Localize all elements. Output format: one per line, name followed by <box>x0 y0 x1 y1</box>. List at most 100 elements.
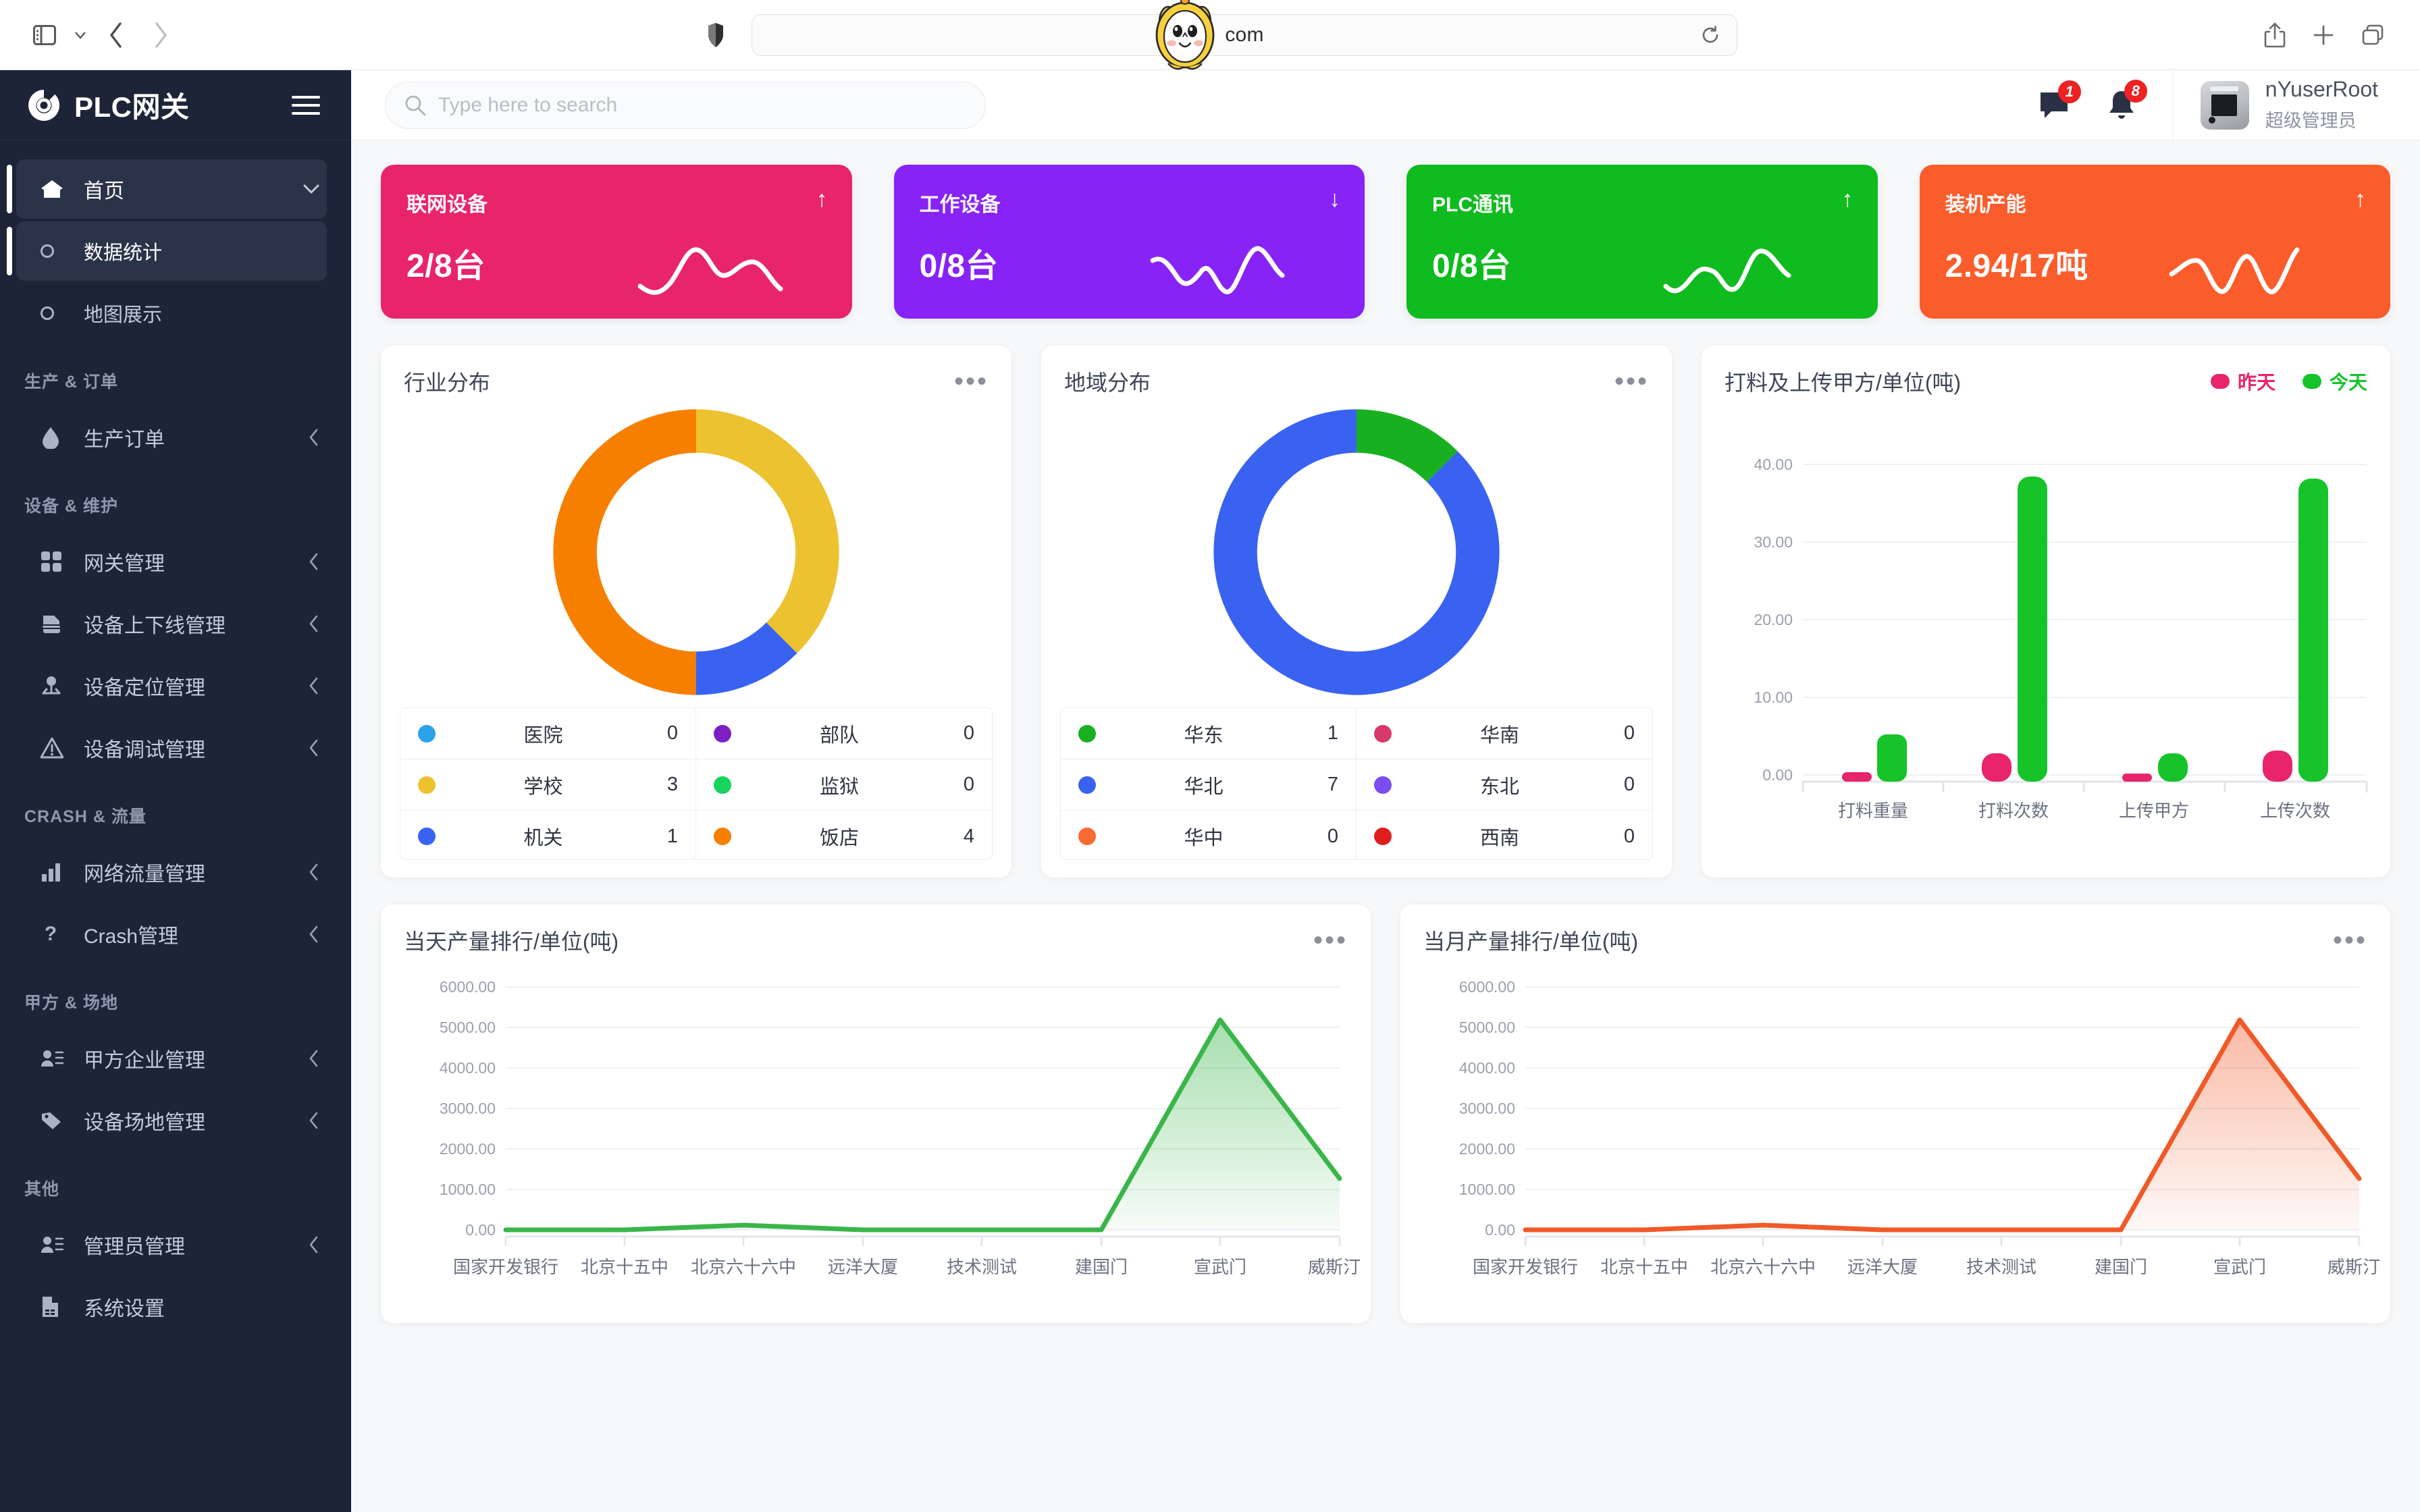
hamburger-menu-icon[interactable] <box>290 93 321 117</box>
location-pin-icon <box>41 675 72 697</box>
back-arrow-icon[interactable] <box>97 16 135 54</box>
legend-value: 1 <box>1327 722 1338 744</box>
share-icon[interactable] <box>2263 22 2286 49</box>
plus-icon[interactable] <box>2312 24 2335 47</box>
legend-row[interactable]: 西南 0 <box>1357 811 1652 859</box>
stat-card-connected-devices[interactable]: 联网设备 ↑ 2/8台 <box>381 165 852 319</box>
sidebar-item-label: 地图展示 <box>84 304 163 326</box>
sidebar-item-gateway-management[interactable]: 网关管理 <box>16 532 327 591</box>
sparkline <box>1663 248 1791 294</box>
legend-label: 华北 <box>1184 776 1224 798</box>
more-options-icon[interactable]: ••• <box>2333 927 2367 954</box>
legend-row[interactable]: 机关 1 <box>400 811 696 859</box>
sidebar-item-production-order[interactable]: 生产订单 <box>16 408 327 467</box>
sidebar-item-device-online-offline[interactable]: 设备上下线管理 <box>16 594 327 653</box>
stat-card-value: 2/8台 <box>406 248 485 284</box>
y-tick-label: 20.00 <box>1754 611 1793 628</box>
legend-label: 监狱 <box>819 776 859 798</box>
forward-arrow-icon[interactable] <box>142 16 180 54</box>
address-bar-area: com <box>180 14 2263 56</box>
stat-card-installed-capacity[interactable]: 装机产能 ↑ 2.94/17吨 <box>1919 165 2390 319</box>
bar-yesterday-3 <box>2122 774 2152 782</box>
more-options-icon[interactable]: ••• <box>1614 368 1649 395</box>
search-input-wrapper[interactable] <box>385 81 986 129</box>
legend-row[interactable]: 监狱 0 <box>696 759 992 811</box>
stat-card-plc-communication[interactable]: PLC通讯 ↑ 0/8台 <box>1406 165 1878 319</box>
sidebar-item-system-settings[interactable]: 系统设置 <box>16 1277 327 1336</box>
sidebar-item-label: 设备定位管理 <box>84 677 205 699</box>
bar-today-2 <box>2018 477 2047 782</box>
search-input[interactable] <box>438 93 966 117</box>
dashboard-content: 联网设备 ↑ 2/8台 工作设备 ↓ 0/8台 PLC通讯 ↑ 0/8台 装机产… <box>351 140 2420 1512</box>
sidebar-item-crash-management[interactable]: ? Crash管理 <box>16 905 327 964</box>
y-tick-label: 30.00 <box>1754 533 1793 551</box>
stat-card-title: 工作设备 <box>919 194 1001 216</box>
sidebar-group-label: CRASH & 流量 <box>24 807 147 826</box>
sidebar-group-label: 其他 <box>24 1180 60 1199</box>
chevron-left-icon <box>308 925 327 944</box>
legend-row[interactable]: 华东 1 <box>1061 708 1357 759</box>
sidebar-item-admin-management[interactable]: 管理员管理 <box>16 1215 327 1274</box>
sidebar-item-device-debug[interactable]: 设备调试管理 <box>16 718 327 778</box>
sidebar-item-map-display[interactable]: 地图展示 <box>16 284 327 343</box>
y-tick-label: 1000.00 <box>440 1181 496 1198</box>
url-input[interactable]: com <box>752 14 1737 56</box>
stat-card-working-devices[interactable]: 工作设备 ↓ 0/8台 <box>893 165 1365 319</box>
feed-upload-bar-card: 打料及上传甲方/单位(吨) 昨天 今天 40.00 30.00 20.00 10… <box>1702 346 2390 878</box>
message-icon[interactable]: 1 <box>2038 80 2081 121</box>
plc-logo-icon <box>24 86 63 125</box>
x-tick-label: 北京十五中 <box>581 1257 668 1277</box>
x-tick-label: 打料重量 <box>1838 801 1908 821</box>
legend-item-today[interactable]: 今天 <box>2302 368 2367 395</box>
user-profile-button[interactable]: nYuserRoot 超级管理员 <box>2172 70 2420 140</box>
legend-value: 0 <box>1623 774 1635 795</box>
industry-distribution-card: 行业分布 ••• 医院 0 部队 0 学校 3 监狱 0 机关 1 饭店 4 <box>381 346 1011 878</box>
legend-row[interactable]: 医院 0 <box>400 708 696 759</box>
more-options-icon[interactable]: ••• <box>1313 927 1348 954</box>
monthly-output-area-svg: 6000.00 5000.00 4000.00 3000.00 2000.00 … <box>1459 978 2380 1277</box>
card-header: 当月产量排行/单位(吨) ••• <box>1400 905 2390 956</box>
sidebar-item-network-traffic[interactable]: 网络流量管理 <box>16 842 327 902</box>
sidebar-item-device-site[interactable]: 设备场地管理 <box>16 1091 327 1150</box>
tag-icon <box>41 1110 72 1131</box>
bell-icon[interactable]: 8 <box>2107 79 2147 122</box>
stat-card-value: 0/8台 <box>1432 248 1511 284</box>
sidebar-item-label: 设备上下线管理 <box>84 615 226 637</box>
user-name: nYuserRoot <box>2265 77 2378 102</box>
x-tick-label: 远洋大厦 <box>1847 1257 1918 1277</box>
chevron-down-icon[interactable] <box>70 16 90 54</box>
x-tick-label: 建国门 <box>2095 1257 2147 1277</box>
legend-row[interactable]: 东北 0 <box>1357 759 1652 811</box>
grid-icon <box>41 551 72 572</box>
legend-row[interactable]: 华南 0 <box>1357 708 1652 759</box>
legend-row[interactable]: 学校 3 <box>400 759 696 811</box>
more-options-icon[interactable]: ••• <box>954 368 989 395</box>
stat-card-value: 0/8台 <box>919 248 999 284</box>
shield-icon[interactable] <box>706 22 726 49</box>
sidebar-item-data-statistics[interactable]: 数据统计 <box>7 221 327 281</box>
chevron-left-icon <box>308 863 327 882</box>
chevron-left-icon <box>308 738 327 757</box>
legend-item-yesterday[interactable]: 昨天 <box>2210 368 2276 395</box>
tabs-overview-icon[interactable] <box>2361 24 2385 47</box>
sidebar-group-label: 设备 & 维护 <box>24 497 118 516</box>
legend-row[interactable]: 部队 0 <box>696 708 992 759</box>
sidebar-item-client-enterprise[interactable]: 甲方企业管理 <box>16 1029 327 1088</box>
reload-icon[interactable] <box>1700 25 1720 45</box>
legend-color-dot <box>714 828 731 845</box>
circle-icon <box>41 244 72 258</box>
legend-value: 3 <box>666 774 678 795</box>
industry-legend-table: 医院 0 部队 0 学校 3 监狱 0 机关 1 饭店 4 <box>400 707 993 860</box>
sidebar-item-device-location[interactable]: 设备定位管理 <box>16 656 327 716</box>
legend-value: 1 <box>666 825 678 847</box>
legend-color-dot <box>2210 374 2230 389</box>
y-tick-label: 6000.00 <box>1459 978 1515 996</box>
legend-row[interactable]: 华中 0 <box>1061 811 1357 859</box>
legend-color-dot <box>418 776 436 794</box>
sidebar-toggle-icon[interactable] <box>26 16 63 54</box>
legend-row[interactable]: 华北 7 <box>1061 759 1357 811</box>
sidebar-item-home[interactable]: 首页 <box>7 159 327 219</box>
sidebar-item-label: 管理员管理 <box>84 1236 185 1258</box>
legend-row[interactable]: 饭店 4 <box>696 811 992 859</box>
legend-color-dot <box>1374 724 1392 742</box>
